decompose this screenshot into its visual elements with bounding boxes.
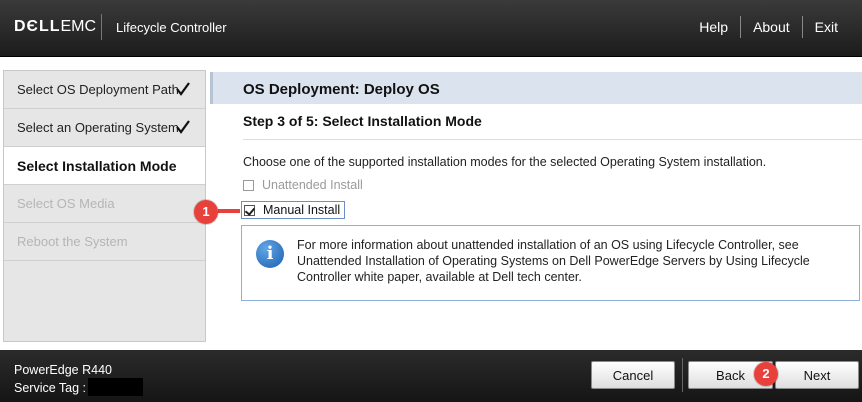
- step-title: Step 3 of 5: Select Installation Mode: [243, 113, 482, 129]
- page-header: OS Deployment: Deploy OS: [210, 72, 862, 104]
- logo-divider: [101, 14, 102, 40]
- about-link[interactable]: About: [741, 19, 802, 35]
- server-model: PowerEdge R440: [14, 363, 112, 377]
- manual-install-option[interactable]: Manual Install: [241, 201, 346, 219]
- sidebar-item-label: Select Installation Mode: [17, 157, 177, 174]
- sidebar-item-reboot-system: Reboot the System: [4, 223, 205, 261]
- info-text: For more information about unattended in…: [297, 238, 810, 284]
- sidebar-item-select-installation-mode[interactable]: Select Installation Mode: [4, 147, 205, 185]
- exit-link[interactable]: Exit: [803, 19, 850, 35]
- callout-marker-2: 2: [754, 362, 778, 386]
- dell-emc-logo: DЄLLEMC: [14, 18, 97, 35]
- unattended-install-option: Unattended Install: [243, 178, 363, 192]
- service-tag-label: Service Tag :: [14, 381, 87, 395]
- callout-arrow: [218, 209, 240, 213]
- sidebar-item-label: Select OS Deployment Path: [17, 82, 179, 97]
- callout-marker-1: 1: [194, 200, 218, 224]
- next-button[interactable]: Next: [775, 361, 859, 389]
- sidebar-item-label: Select OS Media: [17, 196, 115, 211]
- top-nav: Help About Exit: [687, 16, 850, 38]
- info-box: i For more information about unattended …: [241, 225, 860, 301]
- instructions-text: Choose one of the supported installation…: [243, 155, 767, 169]
- cancel-button[interactable]: Cancel: [591, 361, 675, 389]
- sidebar-item-select-os-deployment-path[interactable]: Select OS Deployment Path: [4, 71, 205, 109]
- divider: [243, 139, 862, 140]
- sidebar-item-label: Reboot the System: [17, 234, 128, 249]
- unattended-install-checkbox: [243, 179, 254, 191]
- option-label: Unattended Install: [262, 178, 363, 192]
- checkmark-icon: [176, 120, 190, 134]
- top-bar: DЄLLEMC Lifecycle Controller Help About …: [0, 0, 862, 57]
- app-title: Lifecycle Controller: [116, 20, 227, 35]
- page-title: OS Deployment: Deploy OS: [243, 81, 440, 98]
- checkmark-icon: [176, 82, 190, 96]
- footer-divider: [682, 358, 683, 392]
- sidebar-item-select-os-media: Select OS Media: [4, 185, 205, 223]
- info-icon: i: [256, 240, 284, 268]
- service-tag-redacted: [88, 378, 143, 396]
- manual-install-checkbox[interactable]: [244, 204, 255, 216]
- sidebar-item-select-operating-system[interactable]: Select an Operating System: [4, 109, 205, 147]
- sidebar-item-label: Select an Operating System: [17, 120, 179, 135]
- main-panel: OS Deployment: Deploy OS Step 3 of 5: Se…: [210, 70, 862, 342]
- option-label: Manual Install: [263, 203, 341, 217]
- help-link[interactable]: Help: [687, 19, 740, 35]
- wizard-steps-sidebar: Select OS Deployment Path Select an Oper…: [3, 70, 206, 342]
